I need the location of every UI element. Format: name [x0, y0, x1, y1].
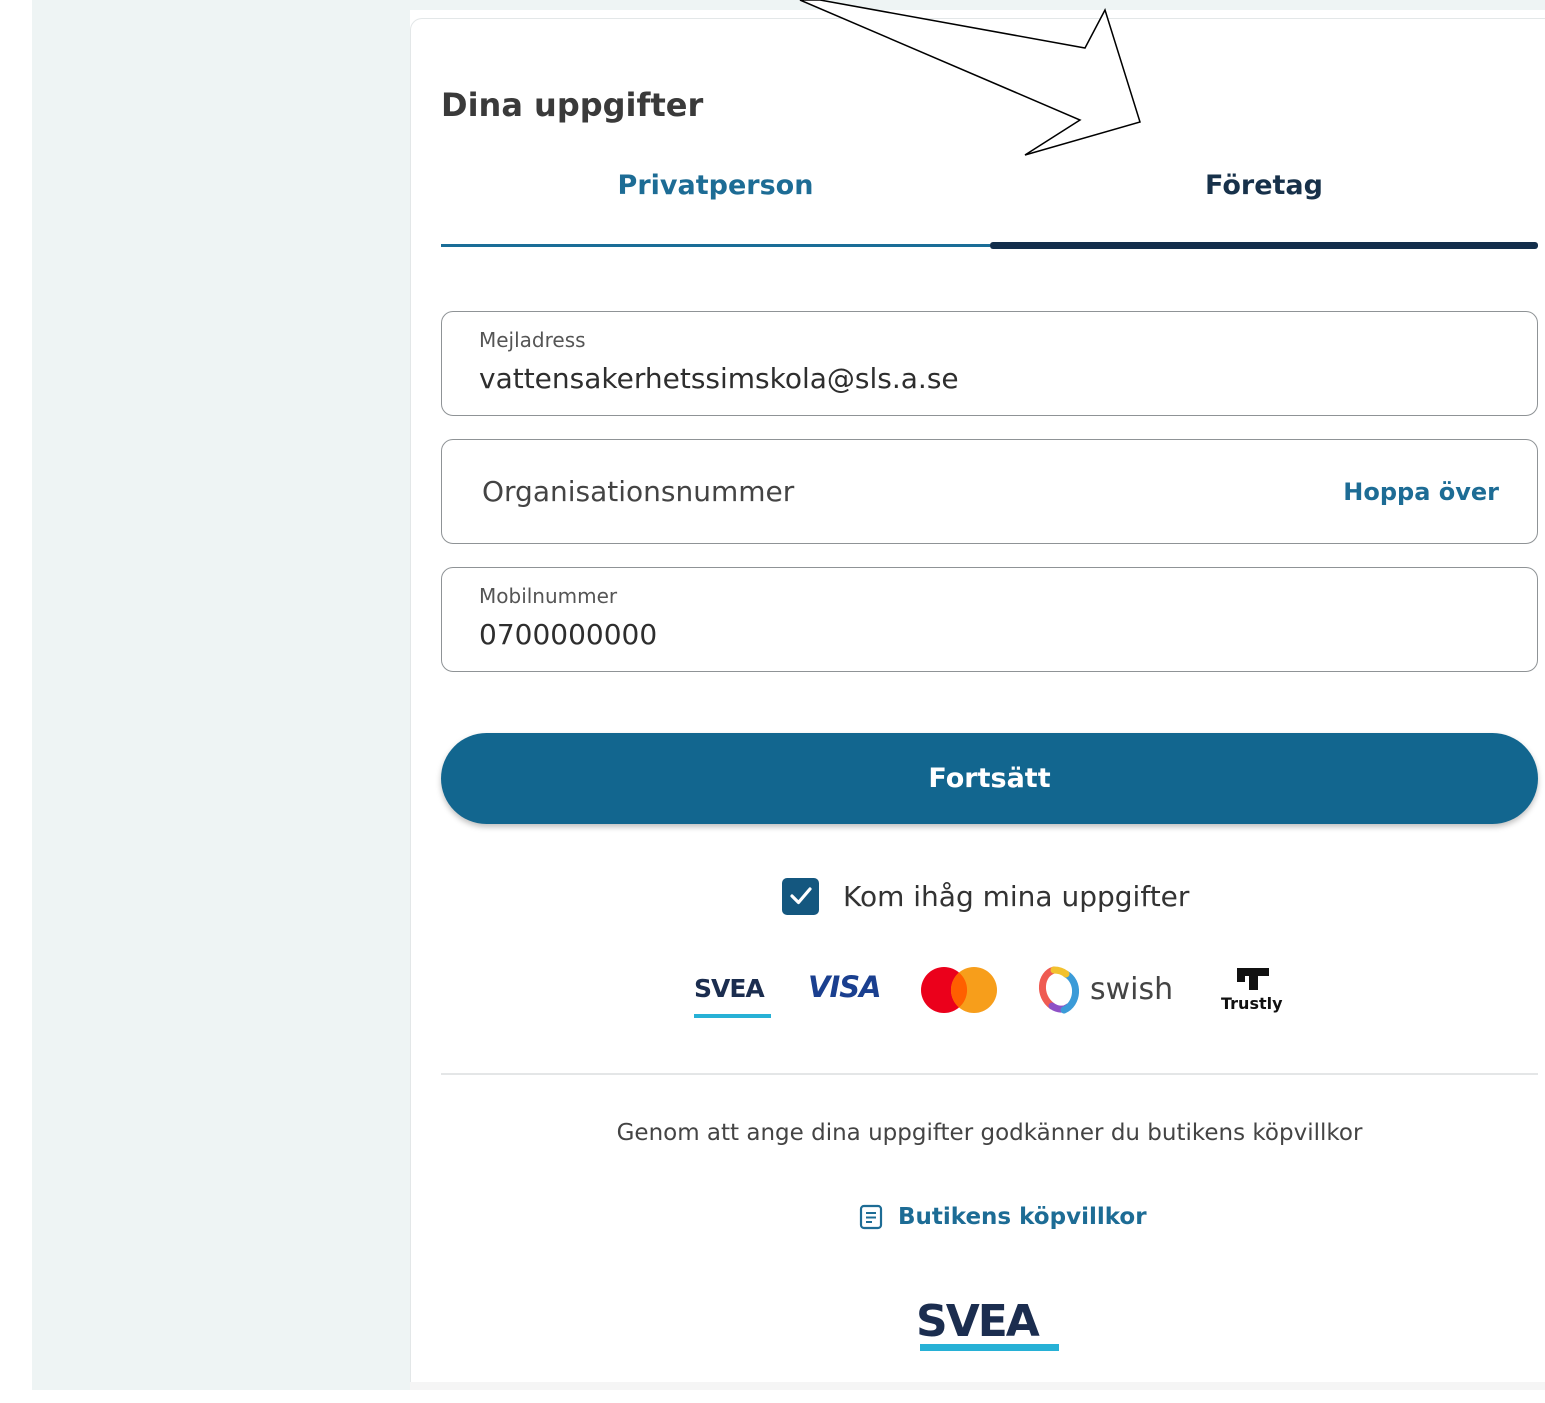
swish-icon [1039, 966, 1079, 1014]
mobile-label: Mobilnummer [479, 584, 618, 608]
background-left [32, 0, 410, 1403]
annotation-arrow-icon [799, 0, 1141, 156]
skip-button[interactable]: Hoppa över [1343, 478, 1499, 506]
trustly-logo: Trustly [1219, 964, 1289, 1016]
bottom-edge [0, 1390, 1545, 1403]
tab-privatperson[interactable]: Privatperson [441, 170, 990, 210]
email-field[interactable]: Mejladress vattensakerhetssimskola@sls.a… [441, 311, 1538, 416]
divider [441, 1073, 1538, 1075]
tab-underline-privatperson [441, 244, 990, 247]
tab-underline-foretag [990, 242, 1538, 249]
remember-label: Kom ihåg mina uppgifter [843, 879, 1190, 913]
terms-link-label[interactable]: Butikens köpvillkor [898, 1204, 1147, 1230]
mastercard-logo [921, 967, 997, 1013]
continue-button[interactable]: Fortsätt [441, 733, 1538, 824]
checkout-card [410, 18, 1545, 1382]
terms-link[interactable]: Butikens köpvillkor [858, 1200, 1147, 1234]
svea-logo: SVEA [694, 974, 771, 1018]
email-label: Mejladress [479, 328, 586, 352]
org-number-field[interactable]: Organisationsnummer Hoppa över [441, 439, 1538, 544]
remember-checkbox[interactable] [782, 877, 819, 915]
remember-me[interactable]: Kom ihåg mina uppgifter [782, 877, 1189, 915]
document-icon [859, 1204, 883, 1230]
visa-logo: VISA [808, 970, 882, 1004]
payment-logos: SVEA VISA swish Trustly [694, 960, 1294, 1020]
mobile-value[interactable]: 0700000000 [479, 618, 657, 651]
tab-foretag[interactable]: Företag [990, 170, 1538, 210]
mobile-field[interactable]: Mobilnummer 0700000000 [441, 567, 1538, 672]
checkmark-icon [789, 887, 812, 905]
page-title: Dina uppgifter [441, 86, 704, 124]
trustly-mark-icon [1237, 968, 1269, 990]
svea-brand-logo: SVEA [916, 1296, 1066, 1356]
terms-text: Genom att ange dina uppgifter godkänner … [616, 1120, 1363, 1146]
email-value[interactable]: vattensakerhetssimskola@sls.a.se [479, 362, 959, 395]
swish-logo: swish [1034, 964, 1189, 1016]
org-number-placeholder[interactable]: Organisationsnummer [482, 475, 794, 508]
